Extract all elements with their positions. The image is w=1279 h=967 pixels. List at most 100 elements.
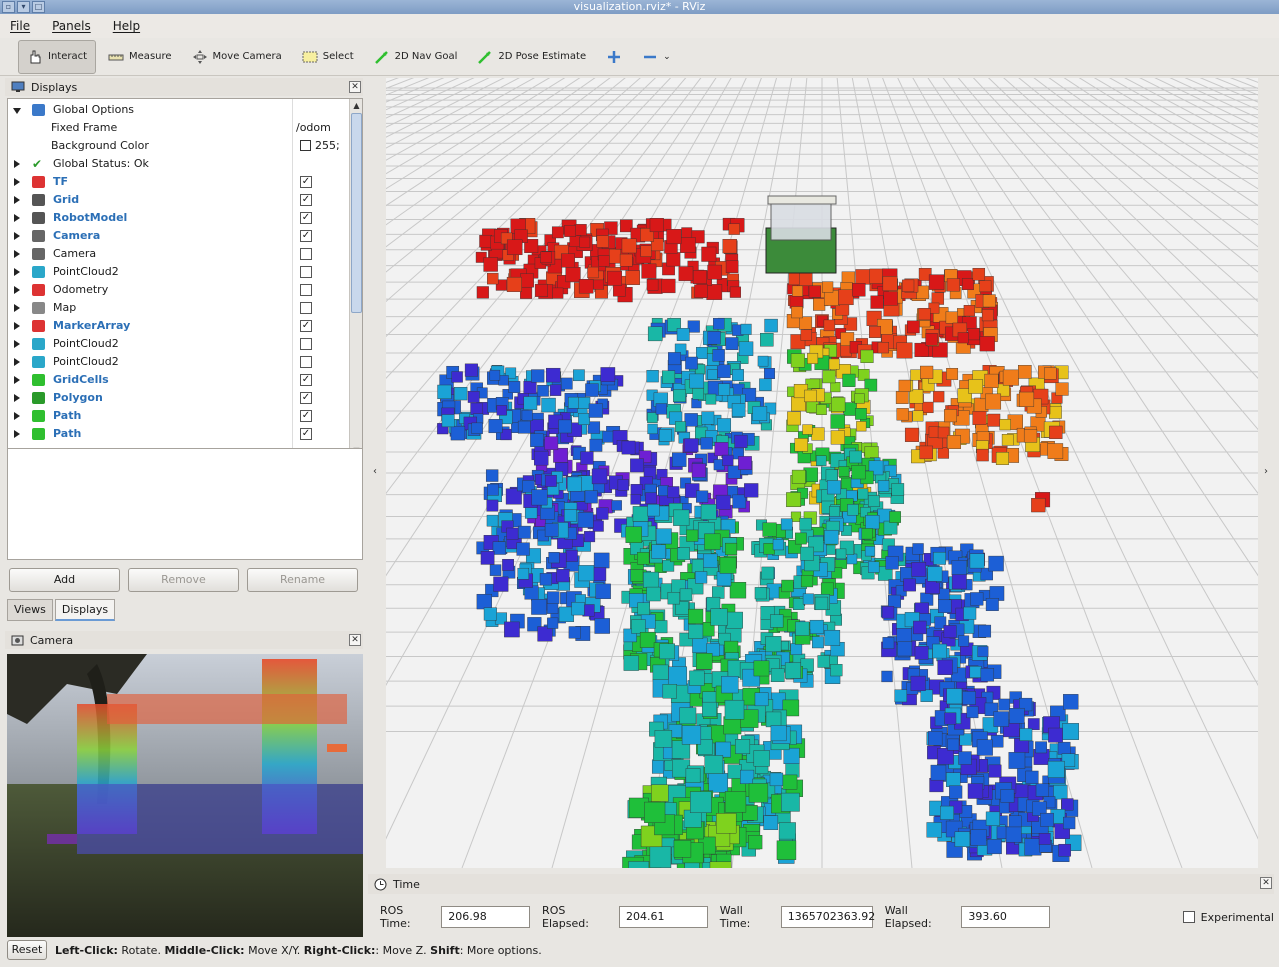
maximize-icon[interactable]: □: [32, 1, 45, 13]
voxel: [860, 349, 874, 363]
display-row-fixed-frame[interactable]: Fixed Frame/odom: [8, 119, 348, 137]
close-icon[interactable]: ✕: [349, 634, 361, 646]
expand-arrow-icon[interactable]: [14, 430, 20, 438]
display-row-pointcloud2[interactable]: PointCloud2: [8, 263, 348, 281]
reset-button[interactable]: Reset: [7, 940, 47, 960]
nav-goal-tool-button[interactable]: 2D Nav Goal: [366, 40, 466, 74]
expand-arrow-icon[interactable]: [14, 376, 20, 384]
voxel: [578, 279, 594, 294]
voxel: [666, 229, 682, 245]
display-row-gridcells[interactable]: GridCells ✓: [8, 371, 348, 389]
remove-tool-button[interactable]: ⌄: [634, 40, 679, 74]
displays-scrollbar[interactable]: ▲ ▼: [349, 99, 362, 459]
move-camera-tool-button[interactable]: Move Camera: [184, 40, 290, 74]
expand-arrow-icon[interactable]: [14, 412, 20, 420]
display-enabled-checkbox[interactable]: ✓: [300, 320, 312, 332]
tab-views[interactable]: Views: [7, 599, 53, 621]
voxel: [972, 410, 987, 425]
add-display-button[interactable]: Add: [9, 568, 120, 592]
expand-arrow-icon[interactable]: [14, 250, 20, 258]
wall-elapsed-field[interactable]: 393.60: [961, 906, 1051, 928]
display-row-pointcloud2[interactable]: PointCloud2: [8, 353, 348, 371]
display-value[interactable]: 255;: [300, 137, 340, 155]
display-enabled-checkbox[interactable]: [300, 266, 312, 278]
expand-arrow-icon[interactable]: [14, 286, 20, 294]
menu-help[interactable]: Help: [113, 19, 140, 33]
expand-arrow-icon[interactable]: [14, 196, 20, 204]
voxel: [930, 764, 947, 781]
display-enabled-checkbox[interactable]: [300, 302, 312, 314]
pointcloud-icon: [32, 266, 45, 278]
display-row-tf[interactable]: TF ✓: [8, 173, 348, 191]
expand-arrow-icon[interactable]: [14, 214, 20, 222]
display-row-pointcloud2[interactable]: PointCloud2: [8, 335, 348, 353]
window-menu-icon[interactable]: ▫: [2, 1, 15, 13]
expand-arrow-icon[interactable]: [14, 358, 20, 366]
display-row-path[interactable]: Path ✓: [8, 425, 348, 443]
display-enabled-checkbox[interactable]: ✓: [300, 212, 312, 224]
display-row-camera[interactable]: Camera ✓: [8, 227, 348, 245]
expand-arrow-icon[interactable]: [14, 340, 20, 348]
menu-panels[interactable]: Panels: [52, 19, 91, 33]
display-enabled-checkbox[interactable]: ✓: [300, 230, 312, 242]
voxel: [600, 367, 616, 382]
pose-estimate-tool-button[interactable]: 2D Pose Estimate: [469, 40, 594, 74]
display-value[interactable]: /odom: [296, 119, 331, 137]
menu-file[interactable]: File: [10, 19, 30, 33]
remove-display-button[interactable]: Remove: [128, 568, 239, 592]
expand-arrow-icon[interactable]: [14, 178, 20, 186]
display-row-polygon[interactable]: Polygon ✓: [8, 389, 348, 407]
ros-time-field[interactable]: 206.98: [441, 906, 531, 928]
render-viewport[interactable]: [386, 78, 1258, 868]
ros-elapsed-field[interactable]: 204.61: [618, 906, 708, 928]
expand-arrow-icon[interactable]: [14, 160, 20, 168]
display-row-camera[interactable]: Camera: [8, 245, 348, 263]
display-enabled-checkbox[interactable]: [300, 338, 312, 350]
display-row-background-color[interactable]: Background Color 255;: [8, 137, 348, 155]
display-row-path[interactable]: Path ✓: [8, 407, 348, 425]
right-dock-collapse-handle[interactable]: ›: [1262, 78, 1274, 868]
camera-image-view[interactable]: [7, 654, 363, 937]
voxel: [578, 413, 591, 425]
display-row-global-status-ok[interactable]: ✔ Global Status: Ok: [8, 155, 348, 173]
color-swatch[interactable]: [300, 140, 311, 151]
expand-arrow-icon[interactable]: [14, 394, 20, 402]
display-row-grid[interactable]: Grid ✓: [8, 191, 348, 209]
wall-time-field[interactable]: 1365702363.92: [780, 906, 875, 928]
display-enabled-checkbox[interactable]: ✓: [300, 194, 312, 206]
display-enabled-checkbox[interactable]: [300, 248, 312, 260]
voxel: [812, 636, 824, 649]
minimize-icon[interactable]: ▾: [17, 1, 30, 13]
interact-tool-button[interactable]: Interact: [18, 39, 97, 74]
display-row-odometry[interactable]: Odometry: [8, 281, 348, 299]
scroll-up-icon[interactable]: ▲: [351, 100, 362, 112]
display-row-map[interactable]: Map: [8, 299, 348, 317]
experimental-checkbox[interactable]: [1183, 911, 1195, 923]
display-enabled-checkbox[interactable]: ✓: [300, 374, 312, 386]
voxel: [655, 403, 667, 415]
display-enabled-checkbox[interactable]: [300, 356, 312, 368]
expand-arrow-icon[interactable]: [14, 232, 20, 240]
close-icon[interactable]: ✕: [349, 81, 361, 93]
display-enabled-checkbox[interactable]: ✓: [300, 410, 312, 422]
display-enabled-checkbox[interactable]: ✓: [300, 392, 312, 404]
tab-displays[interactable]: Displays: [54, 599, 116, 621]
collapse-arrow-icon[interactable]: [13, 108, 21, 114]
left-dock-collapse-handle[interactable]: ‹: [371, 78, 383, 868]
close-icon[interactable]: ✕: [1260, 877, 1272, 889]
measure-tool-button[interactable]: Measure: [100, 40, 180, 74]
expand-arrow-icon[interactable]: [14, 268, 20, 276]
display-row-robotmodel[interactable]: RobotModel ✓: [8, 209, 348, 227]
display-row-markerarray[interactable]: MarkerArray ✓: [8, 317, 348, 335]
display-enabled-checkbox[interactable]: [300, 284, 312, 296]
scrollbar-thumb[interactable]: [351, 113, 362, 313]
display-row-global-options[interactable]: Global Options: [8, 101, 348, 119]
voxel: [977, 646, 989, 658]
add-tool-button[interactable]: [598, 40, 630, 74]
expand-arrow-icon[interactable]: [14, 322, 20, 330]
expand-arrow-icon[interactable]: [14, 304, 20, 312]
select-tool-button[interactable]: Select: [294, 40, 362, 74]
display-enabled-checkbox[interactable]: ✓: [300, 428, 312, 440]
rename-display-button[interactable]: Rename: [247, 568, 358, 592]
display-enabled-checkbox[interactable]: ✓: [300, 176, 312, 188]
